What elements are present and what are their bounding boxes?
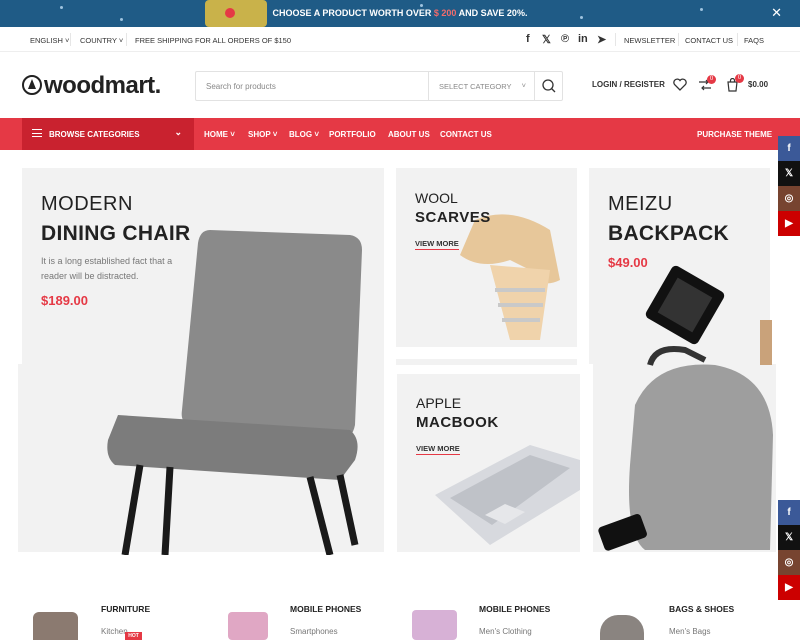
floating-youtube-icon[interactable]: ▶: [778, 211, 800, 236]
banner-backpack-subtitle: MEIZU: [608, 193, 673, 215]
floating-instagram-icon[interactable]: ◎: [778, 186, 800, 211]
close-icon[interactable]: ✕: [771, 5, 782, 21]
banner-scarves-subtitle: WOOL: [415, 190, 458, 206]
category-mobile-phones-2[interactable]: MOBILE PHONES: [479, 604, 550, 614]
category-smartphones[interactable]: Smartphones: [290, 627, 338, 636]
promo-bar: CHOOSE A PRODUCT WORTH OVER $ 200 AND SA…: [0, 0, 800, 27]
chevron-down-icon: ⌄: [174, 127, 182, 137]
telegram-icon[interactable]: ➤: [597, 33, 606, 46]
x-twitter-icon[interactable]: 𝕏: [542, 33, 551, 46]
category-mobile-phones[interactable]: MOBILE PHONES: [290, 604, 361, 614]
banner-scarves-view-more[interactable]: VIEW MORE: [415, 239, 459, 250]
pinterest-icon[interactable]: ℗: [561, 33, 569, 45]
search-input[interactable]: Search for products: [206, 82, 276, 91]
banner-macbook-title: MACBOOK: [416, 414, 499, 431]
nav-shop[interactable]: SHOP ˅: [248, 130, 277, 139]
macbook-image: [435, 445, 580, 545]
bags-category-image[interactable]: [600, 615, 644, 640]
banner-chair-price: $189.00: [41, 293, 88, 308]
mobile-phones-category-image[interactable]: [228, 612, 268, 640]
banner-chair-title: DINING CHAIR: [41, 222, 191, 245]
login-register-link[interactable]: LOGIN / REGISTER: [592, 80, 665, 89]
nav-blog[interactable]: BLOG ˅: [289, 130, 319, 139]
banner-spacer: [396, 359, 577, 365]
banner-backpack-title: BACKPACK: [608, 222, 730, 245]
category-furniture-kitchen[interactable]: Kitchen: [101, 627, 128, 636]
floating-x-icon-lower[interactable]: 𝕏: [778, 525, 800, 550]
category-select[interactable]: SELECT CATEGORY ˅: [428, 72, 536, 100]
mens-clothing-category-image[interactable]: [412, 610, 457, 640]
linkedin-icon[interactable]: in: [578, 33, 588, 45]
search-form: Search for products SELECT CATEGORY ˅: [195, 71, 563, 101]
cart-count-badge: 0: [735, 74, 744, 83]
country-select[interactable]: COUNTRY ˅: [80, 36, 123, 45]
scarf-image: [460, 214, 560, 340]
nav-contact-us[interactable]: CONTACT US: [440, 130, 492, 139]
language-select[interactable]: ENGLISH ˅: [30, 36, 69, 45]
browse-categories-label: BROWSE CATEGORIES: [49, 130, 140, 139]
banner-macbook-view-more[interactable]: VIEW MORE: [416, 444, 460, 455]
category-furniture[interactable]: FURNITURE: [101, 604, 150, 614]
shipping-notice: FREE SHIPPING FOR ALL ORDERS OF $150: [135, 36, 292, 45]
browse-categories-button[interactable]: BROWSE CATEGORIES ⌄: [22, 118, 194, 150]
search-button[interactable]: [534, 72, 562, 100]
nav-home[interactable]: HOME ˅: [204, 130, 235, 139]
logo[interactable]: woodmart.: [22, 72, 161, 100]
banner-chair-subtitle: MODERN: [41, 193, 133, 215]
category-mens-clothing[interactable]: Men's Clothing: [479, 627, 532, 636]
banner-chair-description: It is a long established fact that a read…: [41, 256, 173, 281]
category-bags-shoes[interactable]: BAGS & SHOES: [669, 604, 734, 614]
banner-scarves-title: SCARVES: [415, 209, 491, 226]
floating-x-icon[interactable]: 𝕏: [778, 161, 800, 186]
newsletter-link[interactable]: NEWSLETTER: [624, 36, 675, 45]
faqs-link[interactable]: FAQS: [744, 36, 764, 45]
purchase-theme-link[interactable]: PURCHASE THEME: [697, 130, 772, 139]
cart-total[interactable]: $0.00: [748, 80, 768, 89]
category-mens-bags[interactable]: Men's Bags: [669, 627, 711, 636]
furniture-category-image[interactable]: [33, 612, 78, 640]
nav-about-us[interactable]: ABOUT US: [388, 130, 430, 139]
compare-count-badge: 0: [707, 75, 716, 84]
banner-macbook-subtitle: APPLE: [416, 395, 462, 411]
backpack-image: [598, 265, 773, 551]
search-icon: [542, 79, 556, 93]
tree-logo-icon: [22, 75, 42, 95]
menu-icon: [32, 129, 42, 137]
floating-facebook-icon-lower[interactable]: f: [778, 500, 800, 525]
floating-instagram-icon-lower[interactable]: ◎: [778, 550, 800, 575]
nav-portfolio[interactable]: PORTFOLIO: [329, 130, 376, 139]
floating-youtube-icon-lower[interactable]: ▶: [778, 575, 800, 600]
banner-backpack-price: $49.00: [608, 255, 648, 270]
contact-us-link[interactable]: CONTACT US: [685, 36, 733, 45]
promo-text: CHOOSE A PRODUCT WORTH OVER $ 200 AND SA…: [272, 8, 528, 18]
facebook-icon[interactable]: f: [526, 33, 530, 45]
top-bar: ENGLISH ˅ COUNTRY ˅ FREE SHIPPING FOR AL…: [0, 27, 800, 52]
heart-wishlist-icon[interactable]: [673, 78, 687, 91]
hot-badge: HOT: [125, 632, 142, 640]
floating-facebook-icon[interactable]: f: [778, 136, 800, 161]
